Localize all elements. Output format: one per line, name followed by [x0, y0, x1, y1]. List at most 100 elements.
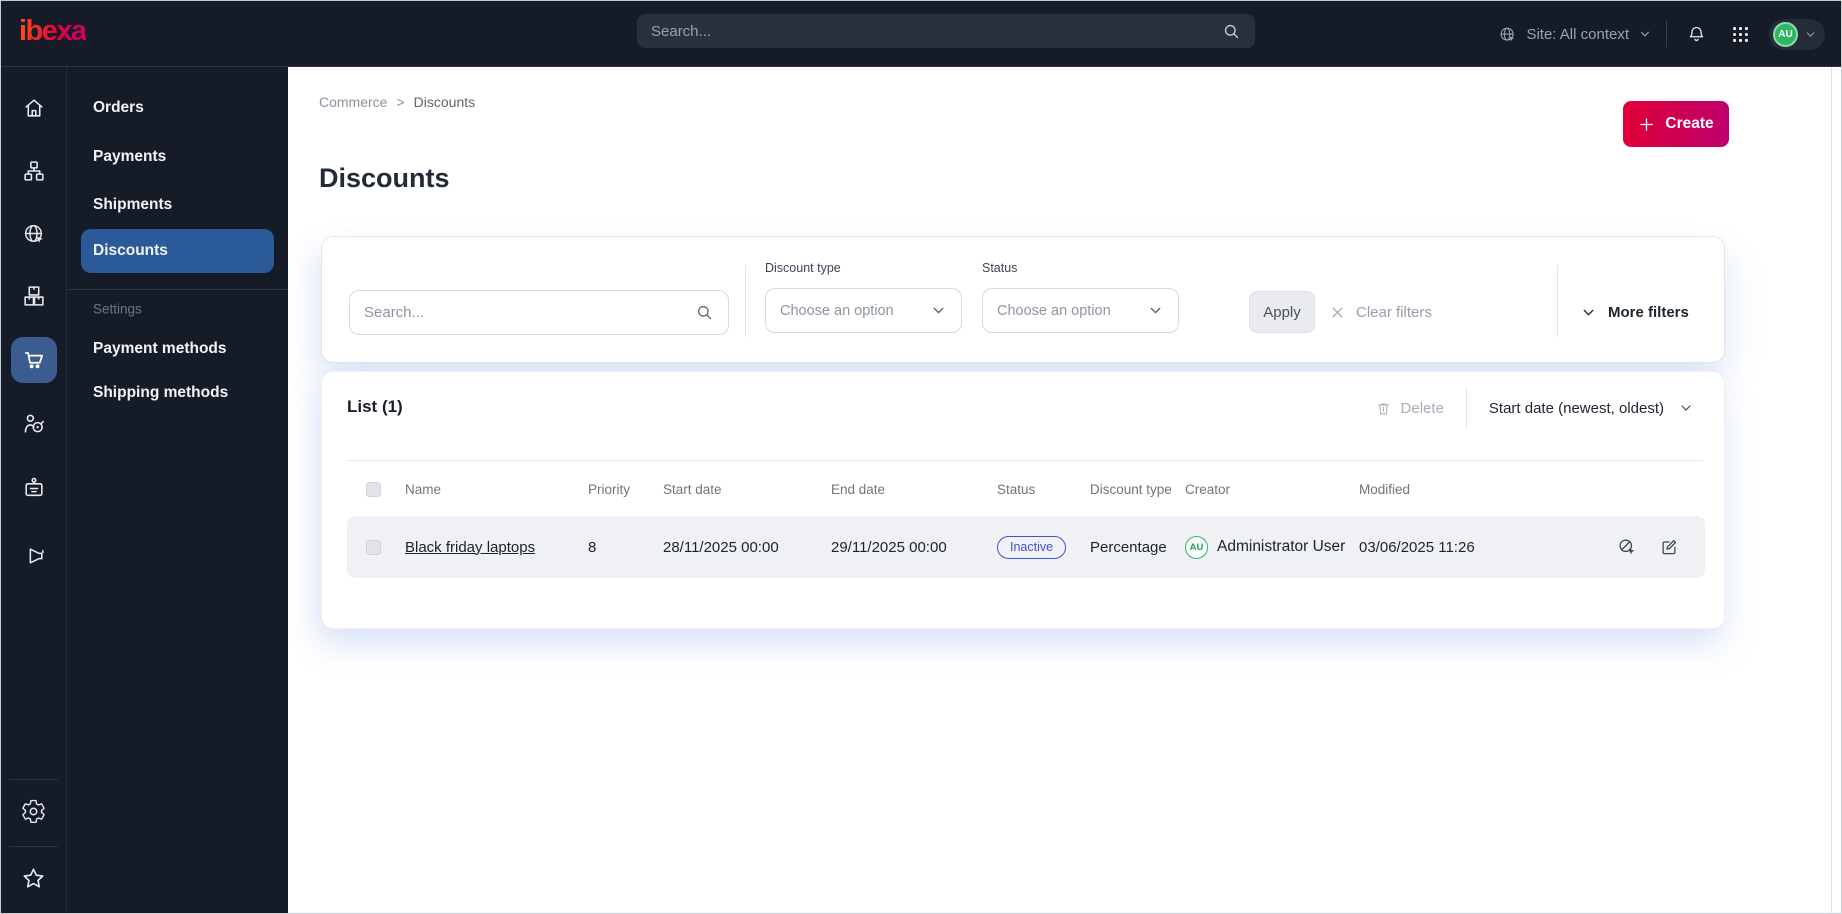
menu-divider — [67, 289, 288, 290]
table-row: Black friday laptops 8 28/11/2025 00:00 … — [347, 516, 1705, 578]
trash-icon — [1377, 402, 1389, 414]
cart-icon — [24, 352, 43, 369]
status-value: Choose an option — [997, 302, 1111, 319]
badge-icon[interactable] — [20, 475, 47, 502]
app-grid-icon[interactable] — [1725, 19, 1755, 49]
gear-icon[interactable] — [20, 798, 47, 825]
col-header-start-date: Start date — [663, 481, 722, 497]
table-top-border — [347, 460, 1703, 461]
row-start-date: 28/11/2025 00:00 — [663, 538, 779, 556]
status-badge: Inactive — [997, 535, 1067, 559]
site-context-selector[interactable]: Site: All context — [1498, 25, 1652, 44]
commerce-menu: Orders Payments Shipments Discounts Sett… — [67, 67, 288, 913]
chevron-down-icon — [1681, 405, 1691, 411]
more-filters-button[interactable]: More filters — [1580, 291, 1689, 333]
breadcrumb-separator: > — [396, 94, 405, 110]
chevron-down-icon — [1583, 309, 1594, 316]
menu-item-payment-methods[interactable]: Payment methods — [93, 340, 227, 358]
window-edge-line — [1831, 67, 1832, 913]
megaphone-icon[interactable] — [20, 543, 47, 570]
chevron-down-icon — [1150, 307, 1161, 314]
row-creator: AU Administrator User — [1185, 535, 1359, 559]
col-header-discount-type: Discount type — [1090, 481, 1172, 497]
creator-avatar: AU — [1185, 535, 1208, 559]
list-toolbar: Delete Start date (newest, oldest) — [1375, 386, 1694, 430]
cart-icon-active[interactable] — [10, 337, 57, 383]
deactivate-icon[interactable] — [1617, 537, 1637, 557]
close-icon — [1332, 307, 1343, 317]
filter-divider — [745, 265, 746, 337]
list-title: List (1) — [347, 397, 403, 416]
discount-type-label: Discount type — [765, 261, 841, 275]
delete-button[interactable]: Delete — [1375, 400, 1444, 417]
filter-search — [349, 290, 729, 335]
menu-item-orders[interactable]: Orders — [93, 99, 144, 117]
sitemap-icon[interactable] — [20, 158, 47, 185]
discount-type-select[interactable]: Choose an option — [765, 288, 962, 333]
col-header-status: Status — [997, 481, 1036, 497]
edit-icon[interactable] — [1659, 537, 1679, 557]
creator-name: Administrator User — [1217, 538, 1346, 555]
filter-search-input[interactable] — [364, 304, 695, 321]
col-header-modified: Modified — [1359, 481, 1411, 497]
breadcrumb-discounts: Discounts — [413, 94, 476, 110]
list-card: List (1) Delete Start date (newest, olde… — [321, 371, 1725, 629]
col-header-end-date: End date — [831, 481, 886, 497]
user-menu[interactable]: AU — [1769, 18, 1825, 50]
menu-item-discounts-label: Discounts — [93, 242, 168, 259]
breadcrumb-commerce[interactable]: Commerce — [319, 94, 387, 110]
status-label: Status — [982, 261, 1018, 275]
clear-filters-button[interactable]: Clear filters — [1330, 291, 1432, 333]
home-icon[interactable] — [20, 95, 47, 122]
primary-sidebar — [1, 67, 67, 913]
app-window: ibexa Site: All context — [0, 0, 1842, 914]
menu-section-settings: Settings — [93, 301, 142, 317]
discount-name-link[interactable]: Black friday laptops — [405, 539, 535, 556]
topbar-right-cluster: Site: All context AU — [1498, 1, 1825, 67]
star-icon[interactable] — [20, 865, 47, 892]
breadcrumb: Commerce > Discounts — [319, 94, 475, 110]
menu-item-payments[interactable]: Payments — [93, 148, 166, 166]
globe-site-icon — [1498, 25, 1517, 44]
menu-item-discounts-active[interactable]: Discounts — [81, 229, 274, 273]
person-target-icon[interactable] — [20, 411, 47, 438]
sort-dropdown[interactable]: Start date (newest, oldest) — [1489, 400, 1694, 417]
top-bar: ibexa Site: All context — [1, 1, 1841, 67]
rail-divider — [9, 846, 58, 847]
row-checkbox[interactable] — [366, 539, 381, 555]
filters-card: Discount type Choose an option Status Ch… — [321, 236, 1725, 363]
site-context-label: Site: All context — [1526, 25, 1629, 43]
row-actions — [1577, 537, 1705, 557]
global-search-input[interactable] — [651, 22, 1222, 40]
apply-button[interactable]: Apply — [1249, 291, 1315, 333]
page-title: Discounts — [319, 163, 450, 193]
chevron-down-icon — [1806, 31, 1815, 37]
select-all-checkbox[interactable] — [366, 481, 381, 497]
avatar: AU — [1773, 21, 1798, 47]
filter-divider — [1557, 265, 1558, 337]
sort-dropdown-label: Start date (newest, oldest) — [1488, 399, 1664, 417]
col-header-name: Name — [405, 481, 442, 497]
create-button-label: Create — [1665, 115, 1714, 132]
discount-type-value: Choose an option — [780, 302, 894, 319]
search-icon — [695, 303, 714, 322]
notifications-bell-icon[interactable] — [1681, 19, 1711, 49]
row-priority: 8 — [588, 538, 597, 556]
more-filters-label: More filters — [1608, 303, 1689, 321]
topbar-divider — [1666, 21, 1667, 47]
main-content: Commerce > Discounts Create Discounts Di… — [288, 67, 1841, 913]
boxes-icon[interactable] — [20, 283, 47, 310]
row-discount-type: Percentage — [1090, 538, 1167, 556]
global-search — [637, 14, 1255, 48]
create-button[interactable]: Create — [1623, 101, 1729, 147]
chevron-down-icon — [933, 307, 944, 314]
delete-button-label: Delete — [1400, 399, 1444, 417]
chevron-down-icon — [1640, 31, 1650, 37]
search-icon — [1222, 22, 1241, 41]
menu-item-shipping-methods[interactable]: Shipping methods — [93, 384, 228, 402]
menu-item-shipments[interactable]: Shipments — [93, 196, 172, 214]
ibexa-logo: ibexa — [19, 15, 87, 47]
globe-cursor-icon[interactable] — [20, 221, 47, 248]
status-select[interactable]: Choose an option — [982, 288, 1179, 333]
table-header: Name Priority Start date End date Status… — [347, 467, 1705, 511]
